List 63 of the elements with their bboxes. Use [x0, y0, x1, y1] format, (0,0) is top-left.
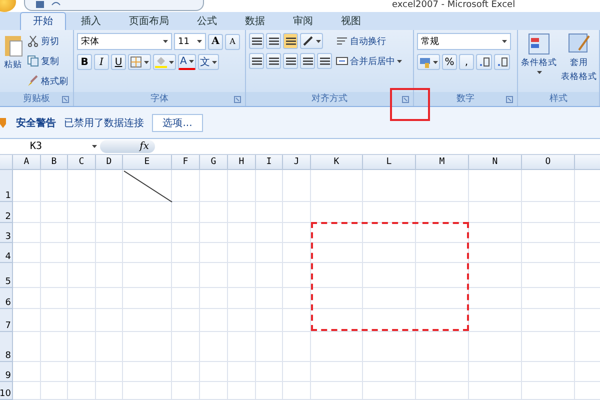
grow-font-button[interactable]: A [208, 34, 223, 50]
column-header[interactable]: G [200, 155, 228, 170]
insert-function-button[interactable]: fx [100, 140, 155, 154]
copy-button[interactable]: 复制 [27, 53, 68, 69]
font-color-button[interactable]: A [178, 54, 196, 70]
row-header[interactable]: 1 [0, 170, 13, 202]
percent-button[interactable]: % [442, 54, 457, 70]
ribbon-tab[interactable]: 数据 [232, 12, 278, 30]
row-header[interactable]: 5 [0, 263, 13, 288]
ribbon-tab[interactable]: 公式 [184, 12, 230, 30]
row-header[interactable]: 3 [0, 223, 13, 244]
column-header[interactable]: C [68, 155, 96, 170]
column-header[interactable]: J [283, 155, 311, 170]
column-header[interactable]: A [13, 155, 41, 170]
column-header[interactable]: L [363, 155, 416, 170]
row-header[interactable]: 8 [0, 332, 13, 362]
column-header[interactable]: M [416, 155, 469, 170]
row-header[interactable]: 2 [0, 202, 13, 224]
format-as-table-button[interactable]: 套用 表格格式 [561, 33, 597, 92]
column-header[interactable]: E [123, 155, 172, 170]
font-name-field[interactable]: 宋体 [77, 33, 172, 50]
group-label: 对齐方式 [312, 92, 348, 106]
column-header[interactable]: I [256, 155, 283, 170]
font-size-field[interactable]: 11 [174, 33, 206, 50]
column-header[interactable]: H [228, 155, 256, 170]
options-button[interactable]: 选项... [152, 114, 203, 132]
ribbon-tab[interactable]: 审阅 [280, 12, 326, 30]
window-title: excel2007 - Microsoft Excel [392, 0, 516, 11]
row-header[interactable]: 6 [0, 288, 13, 310]
paste-button[interactable]: 粘贴 [3, 33, 23, 92]
underline-button[interactable]: U [111, 54, 126, 70]
column-header[interactable]: N [469, 155, 522, 170]
security-warning-message: 已禁用了数据连接 [64, 116, 144, 130]
ribbon-tab[interactable]: 开始 [20, 12, 66, 30]
column-header[interactable]: K [311, 155, 363, 170]
ribbon-tab[interactable]: 视图 [328, 12, 374, 30]
wrap-text-button[interactable]: 自动换行 [336, 33, 402, 49]
number-format-field[interactable]: 常规 [417, 33, 511, 50]
column-header[interactable]: F [172, 155, 200, 170]
row-header[interactable]: 9 [0, 362, 13, 382]
row-header[interactable]: 4 [0, 243, 13, 264]
name-box[interactable]: K3 [0, 140, 100, 154]
group-label: 剪贴板 [23, 92, 50, 106]
shrink-font-button[interactable]: A [225, 34, 240, 50]
group-label: 数字 [456, 92, 474, 106]
phonetic-button[interactable]: 文 [198, 54, 219, 70]
row-header[interactable]: 7 [0, 309, 13, 332]
column-header[interactable]: O [522, 155, 575, 170]
bold-button[interactable]: B [77, 54, 92, 70]
group-label: 样式 [550, 92, 568, 106]
merge-center-button[interactable]: 合并后居中 [336, 53, 402, 69]
cut-button[interactable]: 剪切 [27, 33, 68, 49]
row-header[interactable]: 10 [0, 382, 13, 400]
comma-button[interactable]: , [459, 54, 474, 70]
column-header[interactable]: B [41, 155, 68, 170]
ribbon-tab[interactable]: 插入 [68, 12, 114, 30]
ribbon-tab[interactable]: 页面布局 [116, 12, 182, 30]
group-label: 字体 [150, 92, 168, 106]
italic-button[interactable]: I [94, 54, 109, 70]
conditional-format-button[interactable]: 条件格式 [521, 33, 557, 92]
security-warning-title: 安全警告 [16, 116, 56, 130]
column-header[interactable]: D [96, 155, 123, 170]
format-painter-button[interactable]: 格式刷 [27, 73, 68, 89]
